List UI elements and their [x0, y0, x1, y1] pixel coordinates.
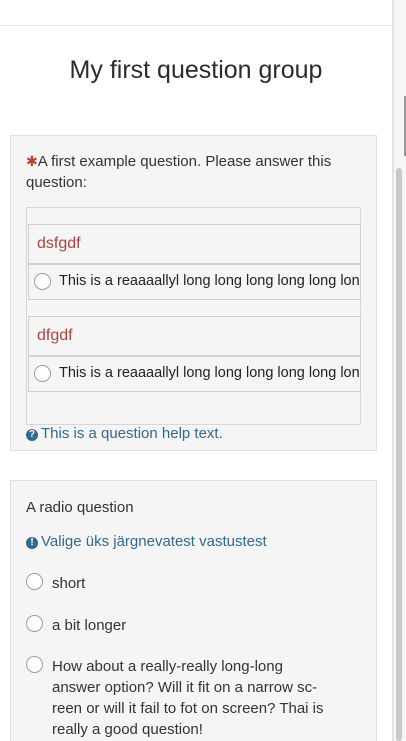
answer-label[interactable]: How about a really-really long-long answ… [52, 656, 332, 740]
info-circle-icon: ? [26, 429, 38, 441]
exclamation-circle-icon: ! [26, 537, 38, 549]
question-array: ✱A first example question. Please answer… [10, 135, 377, 451]
tip-text: Valige üks järgnevatest vastustest [41, 533, 267, 550]
subquestion-label: dsfgdf [37, 235, 81, 252]
subquestion-label: dfgdf [37, 327, 73, 344]
question-radio: A radio question ! Valige üks järgnevates… [10, 480, 377, 741]
subquestion-header: dfgdf [28, 316, 361, 356]
radio-button[interactable] [26, 615, 43, 632]
radio-button[interactable] [34, 273, 51, 290]
answer-label[interactable]: a bit longer [52, 615, 126, 636]
subquestion-row[interactable]: This is a reaaaallyl long long long long… [28, 264, 361, 300]
group-title: My first question group [69, 56, 323, 84]
mandatory-icon: ✱ [26, 153, 38, 169]
question-text-label: A first example question. Please answer … [26, 153, 332, 191]
question-text: A radio question [26, 499, 134, 516]
radio-button[interactable] [26, 656, 43, 673]
question-tip: ! Valige üks järgnevatest vastustest [26, 533, 267, 550]
array-table: dsfgdf This is a reaaaallyl long long lo… [26, 207, 361, 425]
subquestion-row[interactable]: This is a reaaaallyl long long long long… [28, 356, 361, 392]
survey-page: My first question group ✱A first example… [0, 0, 406, 741]
answer-option-label: This is a reaaaallyl long long long long… [59, 365, 361, 381]
radio-button[interactable] [26, 573, 43, 590]
scrollbar-thumb[interactable] [396, 168, 402, 741]
help-text: This is a question help text. [41, 425, 223, 442]
header-divider [0, 25, 392, 26]
radio-button[interactable] [34, 365, 51, 382]
question-text: ✱A first example question. Please answer… [26, 151, 356, 193]
subquestion-header: dsfgdf [28, 224, 361, 264]
question-help: ? This is a question help text. [26, 425, 223, 442]
answer-option-label: This is a reaaaallyl long long long long… [59, 273, 361, 289]
answer-label[interactable]: short [52, 573, 85, 594]
